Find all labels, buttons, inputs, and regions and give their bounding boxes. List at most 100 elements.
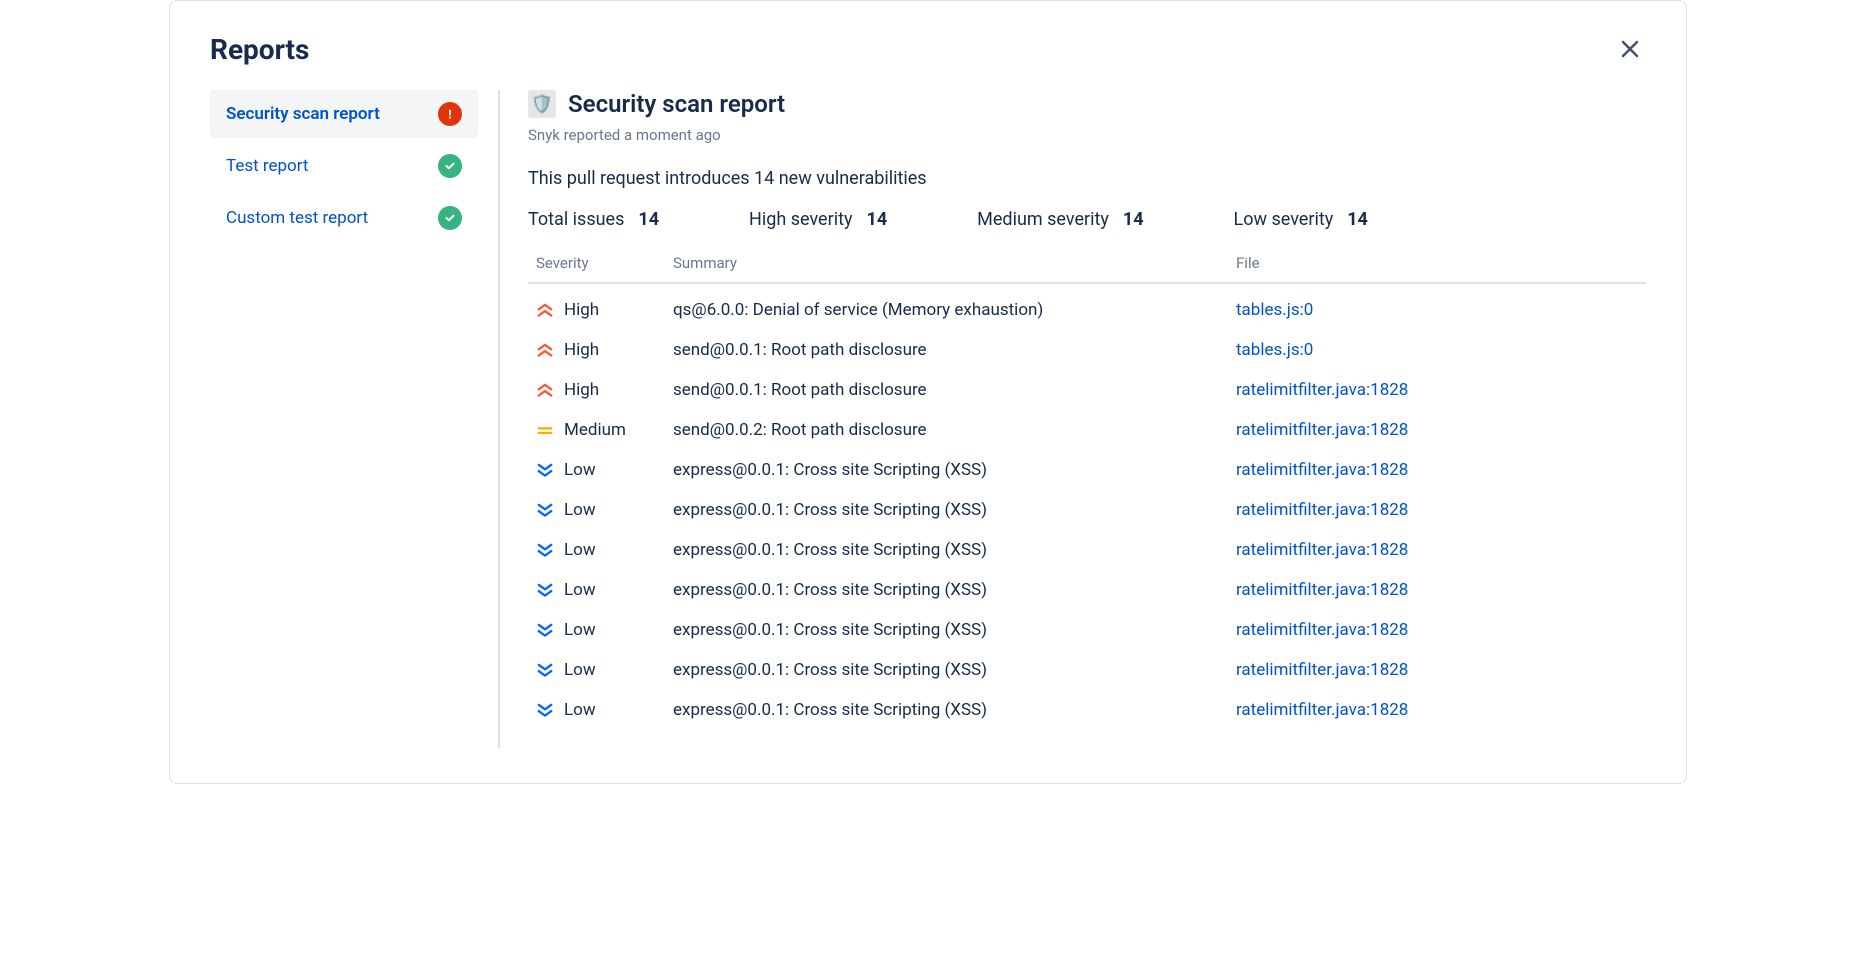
reports-sidebar: Security scan report Test report Custom te… bbox=[210, 90, 500, 748]
file-cell: ratelimitfilter.java:1828 bbox=[1236, 420, 1646, 440]
severity-low-icon bbox=[536, 543, 554, 557]
summary-cell: qs@6.0.0: Denial of service (Memory exha… bbox=[673, 300, 1236, 320]
file-cell: ratelimitfilter.java:1828 bbox=[1236, 380, 1646, 400]
severity-cell: Low bbox=[528, 660, 673, 680]
report-main: 🛡️ Security scan report Snyk reported a … bbox=[500, 90, 1646, 748]
file-link[interactable]: ratelimitfilter.java:1828 bbox=[1236, 460, 1408, 480]
file-link[interactable]: ratelimitfilter.java:1828 bbox=[1236, 700, 1408, 720]
table-row: Low express@0.0.1: Cross site Scripting (… bbox=[528, 570, 1646, 610]
stat-label: High severity bbox=[749, 209, 852, 230]
severity-low-icon bbox=[536, 663, 554, 677]
table-row: Medium send@0.0.2: Root path disclosurera… bbox=[528, 410, 1646, 450]
table-row: Lowexpress@0.0.1: Cross site Scripting (… bbox=[528, 450, 1646, 490]
summary-cell: express@0.0.1: Cross site Scripting (XSS… bbox=[673, 660, 1236, 680]
severity-low-icon bbox=[536, 503, 554, 517]
file-link[interactable]: ratelimitfilter.java:1828 bbox=[1236, 620, 1408, 640]
file-link[interactable]: ratelimitfilter.java:1828 bbox=[1236, 420, 1408, 440]
severity-medium-icon bbox=[536, 423, 554, 437]
file-cell: ratelimitfilter.java:1828 bbox=[1236, 500, 1646, 520]
table-row: Low express@0.0.1: Cross site Scripting (… bbox=[528, 490, 1646, 530]
table-row: Lowexpress@0.0.1: Cross site Scripting (… bbox=[528, 690, 1646, 730]
severity-low-icon bbox=[536, 623, 554, 637]
severity-cell: High bbox=[528, 380, 673, 400]
status-error-icon bbox=[438, 102, 462, 126]
severity-cell: High bbox=[528, 340, 673, 360]
severity-text: High bbox=[564, 340, 599, 360]
table-row: Lowexpress@0.0.1: Cross site Scripting (… bbox=[528, 530, 1646, 570]
modal-header: Reports bbox=[210, 33, 1646, 66]
table-row: Low express@0.0.1: Cross site Scripting (… bbox=[528, 650, 1646, 690]
severity-text: Low bbox=[564, 540, 596, 560]
severity-high-icon bbox=[536, 343, 554, 357]
stat: High severity 14 bbox=[749, 209, 887, 230]
table-body: High qs@6.0.0: Denial of service (Memory … bbox=[528, 290, 1646, 730]
sidebar-item[interactable]: Security scan report bbox=[210, 90, 478, 138]
stats-row: Total issues 14 High severity 14 Medium seve… bbox=[528, 209, 1646, 230]
stat-label: Medium severity bbox=[977, 209, 1109, 230]
severity-cell: Low bbox=[528, 540, 673, 560]
summary-cell: send@0.0.1: Root path disclosure bbox=[673, 340, 1236, 360]
sidebar-item-label: Security scan report bbox=[226, 104, 380, 124]
file-cell: tables.js:0 bbox=[1236, 340, 1646, 360]
stat-value: 14 bbox=[638, 209, 659, 230]
stat: Low severity14 bbox=[1234, 209, 1368, 230]
snyk-app-icon: 🛡️ bbox=[528, 90, 556, 118]
summary-cell: express@0.0.1: Cross site Scripting (XSS… bbox=[673, 460, 1236, 480]
modal-body: Security scan report Test report Custom te… bbox=[210, 90, 1646, 748]
report-header: 🛡️ Security scan report bbox=[528, 90, 1646, 118]
severity-low-icon bbox=[536, 463, 554, 477]
modal-title: Reports bbox=[210, 33, 309, 66]
severity-text: High bbox=[564, 380, 599, 400]
severity-low-icon bbox=[536, 583, 554, 597]
file-cell: tables.js:0 bbox=[1236, 300, 1646, 320]
stat: Total issues 14 bbox=[528, 209, 659, 230]
file-cell: ratelimitfilter.java:1828 bbox=[1236, 580, 1646, 600]
severity-text: High bbox=[564, 300, 599, 320]
reports-modal: Reports Security scan report Test report C… bbox=[169, 0, 1687, 784]
severity-text: Low bbox=[564, 500, 596, 520]
table-row: High send@0.0.1: Root path disclosuretabl… bbox=[528, 330, 1646, 370]
close-icon bbox=[1618, 37, 1642, 61]
file-cell: ratelimitfilter.java:1828 bbox=[1236, 660, 1646, 680]
close-button[interactable] bbox=[1614, 33, 1646, 65]
file-cell: ratelimitfilter.java:1828 bbox=[1236, 700, 1646, 720]
severity-text: Low bbox=[564, 660, 596, 680]
status-success-icon bbox=[438, 206, 462, 230]
severity-cell: Low bbox=[528, 580, 673, 600]
issues-table: Severity Summary File Highqs@6.0.0: Deni… bbox=[528, 254, 1646, 730]
summary-cell: express@0.0.1: Cross site Scripting (XSS… bbox=[673, 580, 1236, 600]
table-row: High qs@6.0.0: Denial of service (Memory … bbox=[528, 290, 1646, 330]
severity-text: Medium bbox=[564, 420, 626, 440]
file-cell: ratelimitfilter.java:1828 bbox=[1236, 620, 1646, 640]
report-intro: This pull request introduces 14 new vuln… bbox=[528, 168, 1646, 189]
summary-cell: express@0.0.1: Cross site Scripting (XSS… bbox=[673, 620, 1236, 640]
sidebar-item[interactable]: Custom test report bbox=[210, 194, 478, 242]
summary-cell: send@0.0.1: Root path disclosure bbox=[673, 380, 1236, 400]
severity-text: Low bbox=[564, 580, 596, 600]
file-link[interactable]: ratelimitfilter.java:1828 bbox=[1236, 540, 1408, 560]
sidebar-item[interactable]: Test report bbox=[210, 142, 478, 190]
stat-label: Total issues bbox=[528, 209, 624, 230]
severity-cell: Low bbox=[528, 700, 673, 720]
file-link[interactable]: ratelimitfilter.java:1828 bbox=[1236, 500, 1408, 520]
severity-high-icon bbox=[536, 383, 554, 397]
stat-value: 14 bbox=[1123, 209, 1144, 230]
sidebar-item-label: Custom test report bbox=[226, 208, 368, 228]
report-subtitle: Snyk reported a moment ago bbox=[528, 126, 1646, 144]
file-link[interactable]: tables.js:0 bbox=[1236, 300, 1313, 320]
summary-cell: send@0.0.2: Root path disclosure bbox=[673, 420, 1236, 440]
file-link[interactable]: tables.js:0 bbox=[1236, 340, 1313, 360]
sidebar-item-label: Test report bbox=[226, 156, 309, 176]
file-cell: ratelimitfilter.java:1828 bbox=[1236, 540, 1646, 560]
status-success-icon bbox=[438, 154, 462, 178]
col-header-file: File bbox=[1236, 254, 1646, 272]
severity-cell: Low bbox=[528, 500, 673, 520]
file-link[interactable]: ratelimitfilter.java:1828 bbox=[1236, 380, 1408, 400]
severity-cell: Low bbox=[528, 460, 673, 480]
file-link[interactable]: ratelimitfilter.java:1828 bbox=[1236, 660, 1408, 680]
severity-high-icon bbox=[536, 303, 554, 317]
stat-value: 14 bbox=[867, 209, 888, 230]
summary-cell: express@0.0.1: Cross site Scripting (XSS… bbox=[673, 500, 1236, 520]
file-link[interactable]: ratelimitfilter.java:1828 bbox=[1236, 580, 1408, 600]
severity-cell: Low bbox=[528, 620, 673, 640]
